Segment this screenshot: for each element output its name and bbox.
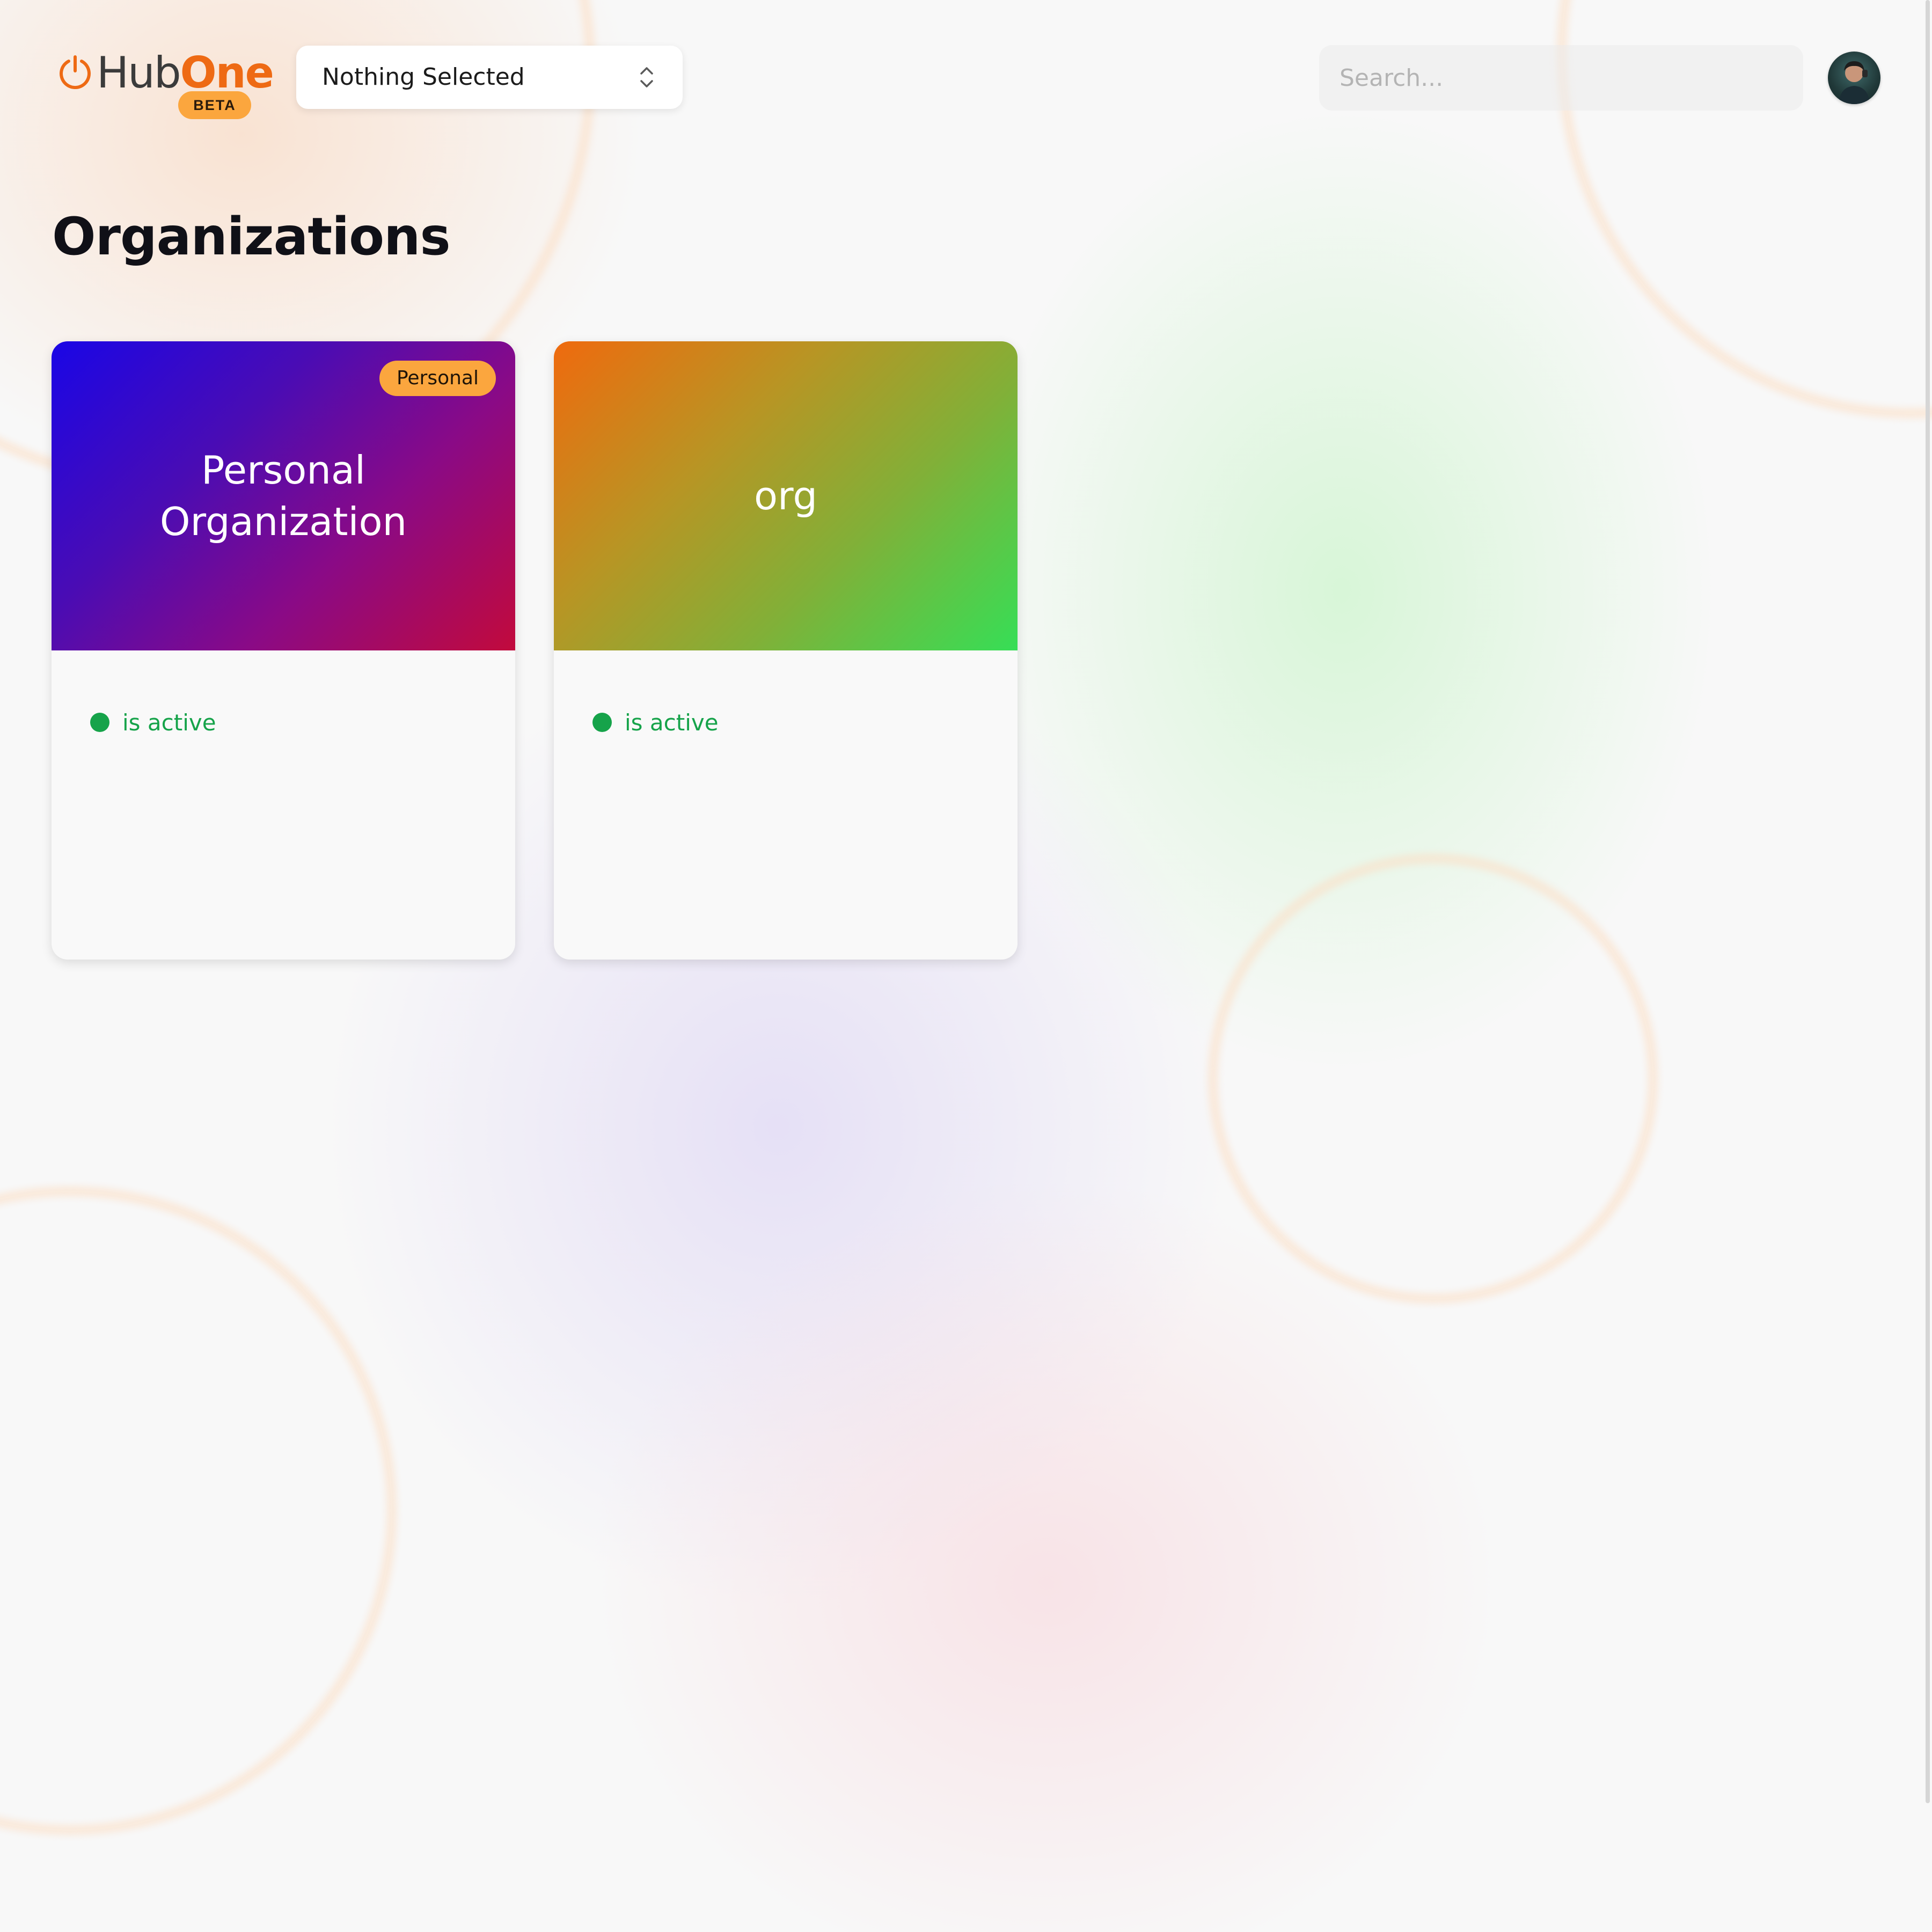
status-dot-icon [592,713,612,732]
search-input[interactable] [1319,45,1803,111]
status-label: is active [625,709,719,736]
background-blob [966,107,1717,1073]
page-title: Organizations [52,207,451,267]
organization-name: org [753,473,818,518]
organization-card-org[interactable]: org is active [554,341,1018,960]
background-blob [590,1181,1503,1932]
page-scrollbar[interactable] [1926,0,1930,1803]
logo-wordmark: HubOne [97,46,274,100]
background-decoration [0,0,1932,1932]
organization-card-banner: Personal Organization Personal [52,341,515,650]
background-ring [1208,853,1658,1304]
hubone-logo[interactable]: HubOne BETA [58,48,274,122]
logo-text-one: One [180,48,274,98]
logo-text-hub: Hub [97,48,181,98]
beta-badge: BETA [178,91,251,119]
organization-status: is active [90,706,216,738]
organization-card-personal[interactable]: Personal Organization Personal is active [52,341,515,960]
power-icon [60,55,91,89]
status-dot-icon [90,713,109,732]
organization-card-banner: org [554,341,1018,650]
personal-badge: Personal [379,361,496,396]
chevron-up-down-icon [640,67,653,87]
organization-status: is active [592,706,719,738]
user-avatar[interactable] [1828,52,1880,104]
organization-selector[interactable]: Nothing Selected [296,46,683,109]
organization-selector-value: Nothing Selected [322,63,525,91]
top-header: HubOne BETA Nothing Selected [0,0,1932,161]
background-ring [0,1186,397,1835]
avatar-image [1839,61,1870,104]
status-label: is active [122,709,216,736]
